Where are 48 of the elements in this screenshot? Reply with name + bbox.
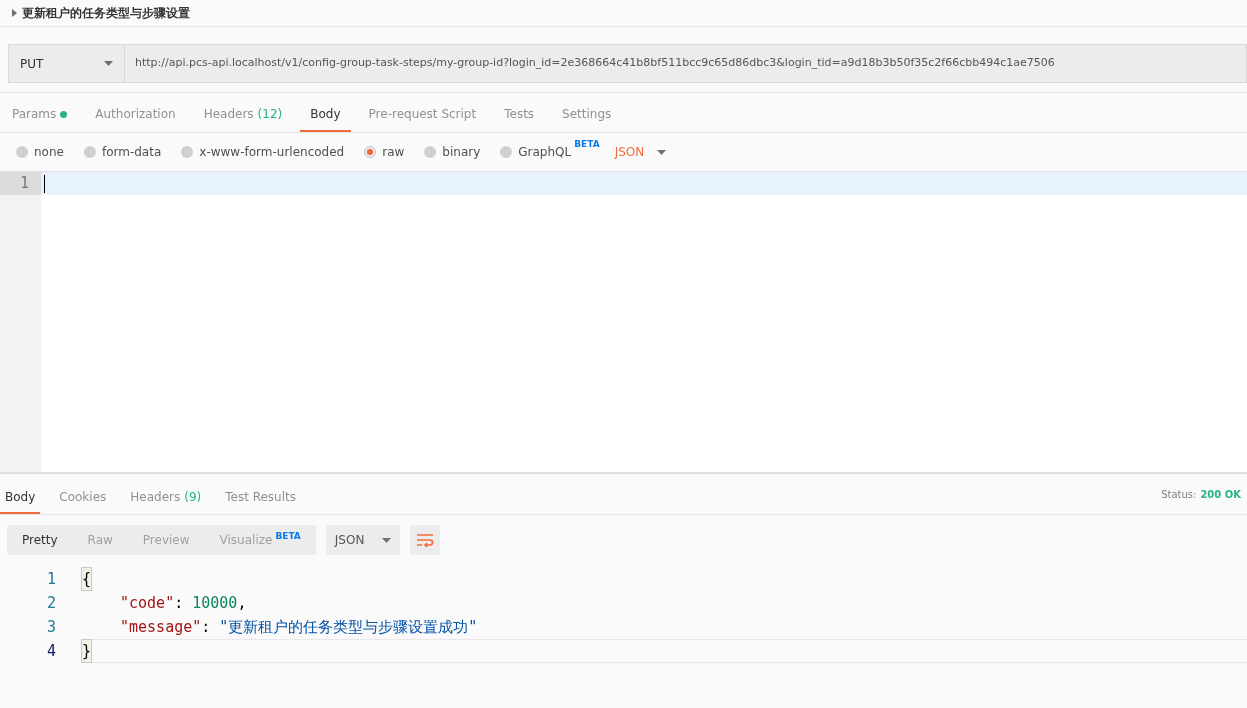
body-type-option[interactable]: raw bbox=[364, 143, 405, 161]
code-line: "code": 10000, bbox=[119, 592, 248, 614]
radio-button[interactable] bbox=[16, 146, 28, 158]
response-tab[interactable]: Cookies bbox=[54, 482, 112, 514]
wrap-lines-button[interactable] bbox=[409, 525, 440, 555]
line-number: 2 bbox=[45, 592, 56, 614]
radio-button[interactable] bbox=[424, 146, 437, 158]
radio-button[interactable] bbox=[500, 146, 513, 158]
radio-button[interactable] bbox=[364, 146, 377, 158]
status-label: Status: bbox=[1161, 488, 1197, 502]
line-number: 1 bbox=[45, 568, 56, 590]
body-type-option[interactable]: x-www-form-urlencoded bbox=[181, 143, 345, 161]
text-cursor bbox=[44, 174, 45, 193]
line-number: 1 bbox=[0, 172, 41, 195]
request-tab[interactable]: Settings bbox=[552, 98, 622, 132]
caret-icon bbox=[657, 149, 667, 155]
format-dropdown[interactable]: JSON bbox=[325, 525, 400, 555]
request-tab[interactable]: Headers (12) bbox=[193, 98, 293, 132]
wrap-icon bbox=[415, 533, 434, 547]
body-type-option[interactable]: none bbox=[16, 143, 64, 161]
request-tab[interactable]: Body bbox=[300, 98, 351, 132]
request-tab[interactable]: Tests bbox=[494, 98, 545, 132]
view-mode-tab[interactable]: Raw bbox=[72, 525, 128, 555]
response-tab[interactable]: Test Results bbox=[220, 482, 301, 514]
response-tab[interactable]: Headers (9) bbox=[125, 482, 207, 514]
request-tab[interactable]: Pre-request Script bbox=[358, 98, 487, 132]
body-type-option[interactable]: binary bbox=[424, 143, 481, 161]
request-tab[interactable]: Authorization bbox=[85, 98, 186, 132]
status-value: 200 OK bbox=[1200, 488, 1241, 502]
request-title: 更新租户的任务类型与步骤设置 bbox=[22, 5, 190, 22]
response-tab[interactable]: Body bbox=[0, 482, 41, 514]
caret-icon bbox=[381, 537, 391, 543]
beta-label: BETA bbox=[275, 531, 301, 541]
radio-button[interactable] bbox=[181, 146, 194, 158]
format-dropdown[interactable]: JSON bbox=[614, 143, 667, 161]
code-line: } bbox=[82, 639, 1247, 663]
beta-label: BETA bbox=[574, 139, 600, 149]
view-mode-tab[interactable]: Preview bbox=[127, 525, 205, 555]
view-mode-tab[interactable]: Pretty bbox=[7, 525, 73, 555]
line-number: 4 bbox=[45, 640, 56, 662]
radio-button[interactable] bbox=[83, 146, 96, 158]
line-number: 3 bbox=[45, 616, 56, 638]
expand-caret-icon[interactable] bbox=[12, 9, 17, 17]
code-line: "message": "更新租户的任务类型与步骤设置成功" bbox=[119, 616, 479, 638]
view-mode-tab[interactable]: Visualize BETA bbox=[204, 525, 316, 555]
body-type-option[interactable]: form-data bbox=[83, 143, 162, 161]
request-tab[interactable]: Params bbox=[2, 98, 78, 132]
code-line: { bbox=[82, 567, 1247, 591]
